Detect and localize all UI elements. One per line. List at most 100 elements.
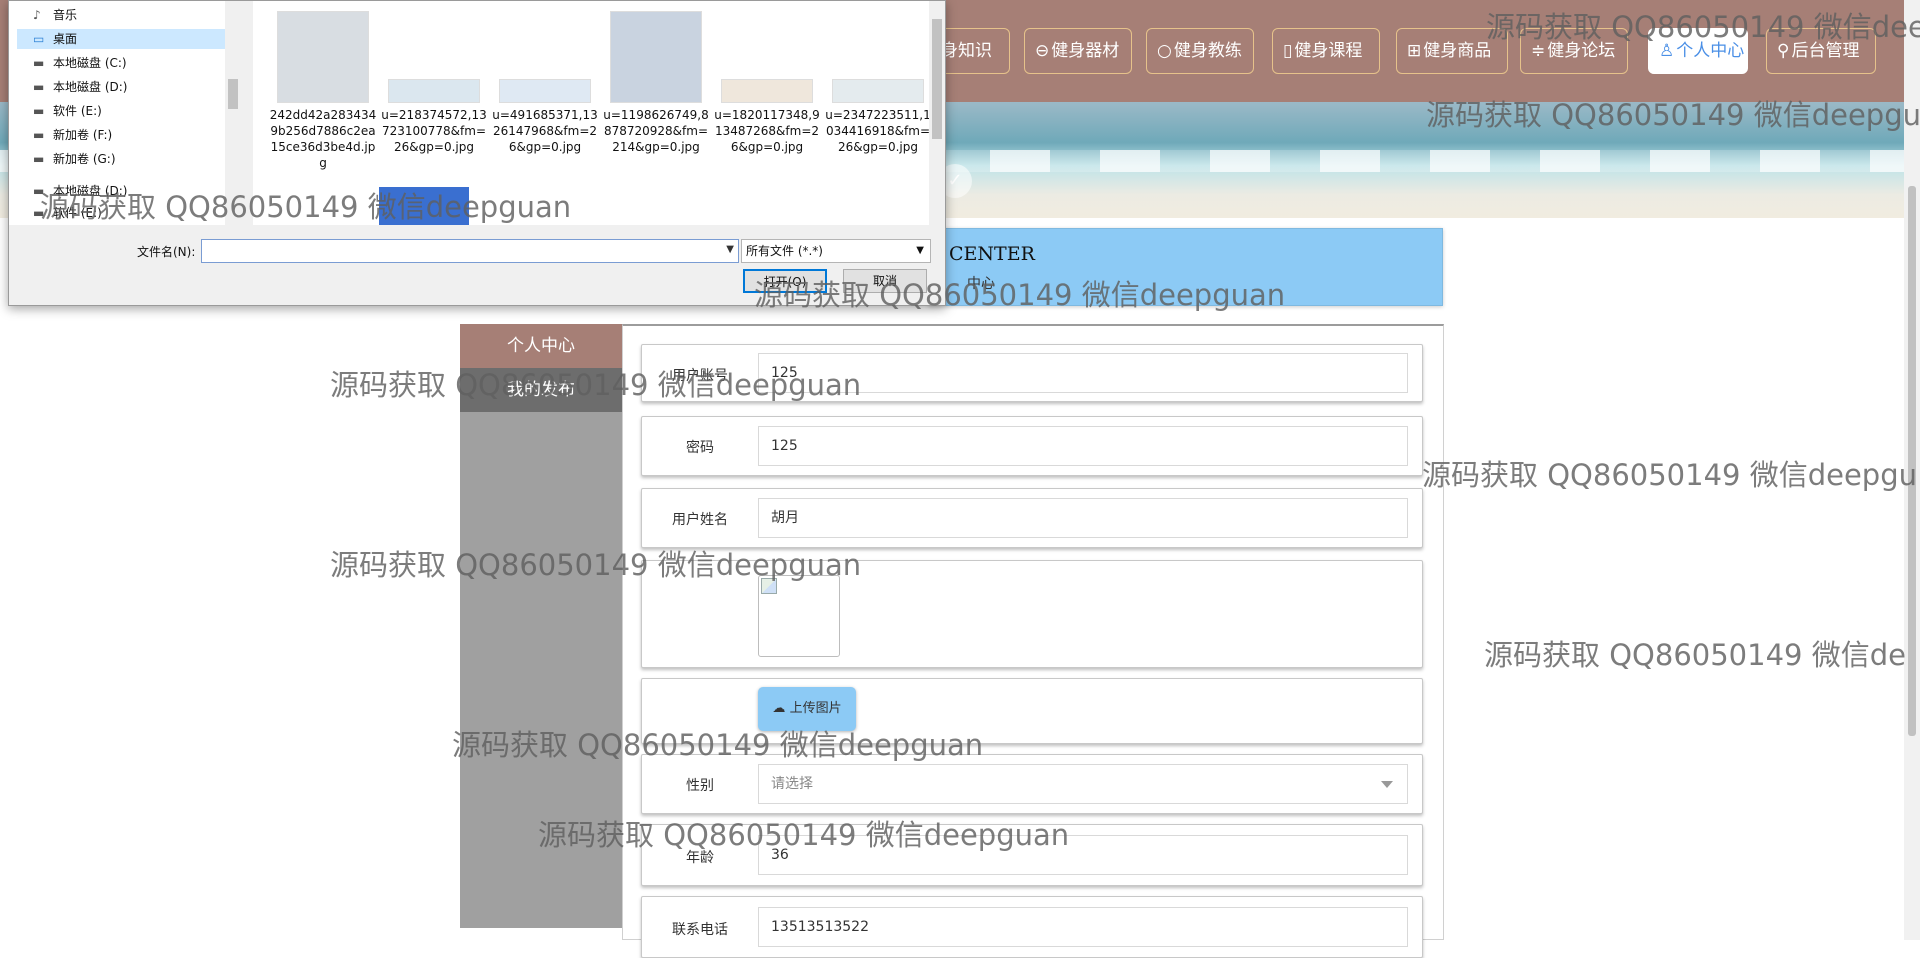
nav-label: 健身教练: [1173, 41, 1242, 61]
form-row-name: 用户姓名 胡月: [641, 488, 1423, 548]
gender-select[interactable]: 请选择: [758, 764, 1408, 804]
filetype-select[interactable]: 所有文件 (*.*) ▼: [741, 239, 931, 263]
folder-tree: ♪ 音乐 ▭ 桌面 ▬ 本地磁盘 (C:) ▬ 本地磁盘 (D:) ▬ 软件 (E:) ▬…: [9, 1, 241, 225]
phone-input[interactable]: 13513513522: [758, 907, 1408, 947]
partial-file-thumbnail[interactable]: [379, 187, 469, 225]
tree-scroll-thumb[interactable]: [228, 79, 238, 109]
nav-item-admin[interactable]: ⚲ 后台管理: [1766, 28, 1876, 74]
file-thumbnail: [610, 11, 702, 103]
form-row-account: 用户账号 125: [641, 344, 1423, 402]
file-name: u=2347223511,1034416918&fm=26&gp=0.jpg: [825, 108, 931, 154]
nav-label: 健身课程: [1294, 41, 1363, 61]
file-item[interactable]: u=218374572,13723100778&fm=26&gp=0.jpg: [379, 11, 489, 155]
tree-scrollbar[interactable]: [225, 1, 241, 225]
form-row-age: 年龄 36: [641, 824, 1423, 886]
tree-label: 软件 (E:): [53, 206, 102, 220]
tree-item-desktop[interactable]: ▭ 桌面: [17, 29, 227, 49]
tree-item-music[interactable]: ♪ 音乐: [33, 5, 77, 25]
drive-icon: ▬: [33, 128, 45, 142]
music-icon: ♪: [33, 8, 41, 22]
nav-item-coach[interactable]: ○ 健身教练: [1146, 28, 1254, 74]
file-name: 242dd42a2834349b256d7886c2ea15ce36d3be4d…: [269, 108, 377, 170]
user-icon: ♙: [1659, 41, 1675, 61]
form-row-avatar: [641, 560, 1423, 668]
age-input[interactable]: 36: [758, 835, 1408, 875]
form-row-password: 密码 125: [641, 416, 1423, 476]
drive-icon: ▬: [33, 56, 45, 70]
tree-item-drive-c[interactable]: ▬ 本地磁盘 (C:): [33, 53, 127, 73]
account-input[interactable]: 125: [758, 353, 1408, 393]
tree-label: 软件 (E:): [53, 104, 102, 118]
tree-item-drive-g[interactable]: ▬ 新加卷 (G:): [33, 149, 116, 169]
nav-item-product[interactable]: ⊞ 健身商品: [1396, 28, 1508, 74]
drive-icon: ▬: [33, 206, 45, 220]
drive-icon: ▬: [33, 184, 45, 198]
nav-label: 个人中心: [1676, 41, 1745, 61]
file-item[interactable]: 242dd42a2834349b256d7886c2ea15ce36d3be4d…: [268, 11, 378, 171]
link-icon: ⚲: [1777, 41, 1790, 61]
cancel-button[interactable]: 取消: [843, 269, 927, 293]
page-title-cn: 中心: [967, 276, 995, 292]
tree-label: 桌面: [53, 32, 78, 46]
file-thumbnail: [277, 11, 369, 103]
password-input[interactable]: 125: [758, 426, 1408, 466]
gender-placeholder: 请选择: [771, 776, 813, 792]
filename-input[interactable]: ▼: [201, 239, 739, 263]
name-input[interactable]: 胡月: [758, 498, 1408, 538]
page-title-box: CENTER 中心: [928, 228, 1443, 306]
nav-item-forum[interactable]: ≑ 健身论坛: [1520, 28, 1628, 74]
file-item[interactable]: u=2347223511,1034416918&fm=26&gp=0.jpg: [823, 11, 933, 155]
tree-item-network-e[interactable]: ▬ 软件 (E:): [33, 203, 102, 223]
file-item[interactable]: u=1198626749,8878720928&fm=214&gp=0.jpg: [601, 11, 711, 155]
file-name: u=491685371,1326147968&fm=26&gp=0.jpg: [492, 108, 598, 154]
tree-item-drive-d[interactable]: ▬ 本地磁盘 (D:): [33, 77, 127, 97]
tree-item-network-d[interactable]: ▬ 本地磁盘 (D:): [33, 181, 127, 201]
age-label: 年龄: [686, 850, 714, 866]
file-item[interactable]: u=1820117348,913487268&fm=26&gp=0.jpg: [712, 11, 822, 155]
tree-item-drive-e[interactable]: ▬ 软件 (E:): [33, 101, 102, 121]
file-name: u=218374572,13723100778&fm=26&gp=0.jpg: [381, 108, 487, 154]
side-item-my-posts[interactable]: 我的发布: [460, 368, 622, 412]
file-name: u=1198626749,8878720928&fm=214&gp=0.jpg: [603, 108, 709, 154]
chevron-down-icon[interactable]: ▼: [726, 244, 734, 255]
nav-item-personal-center[interactable]: ♙ 个人中心: [1648, 28, 1748, 74]
account-label: 用户账号: [672, 368, 728, 384]
file-thumbnail: [499, 79, 591, 103]
page-title-en: CENTER: [949, 243, 1035, 265]
file-item[interactable]: u=491685371,1326147968&fm=26&gp=0.jpg: [490, 11, 600, 155]
watermark: 源码获取 QQ86050149 微信deepgu: [1422, 458, 1917, 492]
file-scrollbar[interactable]: [929, 1, 945, 225]
filetype-value: 所有文件 (*.*): [746, 244, 823, 258]
chevron-down-icon: [1381, 781, 1393, 788]
file-scroll-thumb[interactable]: [932, 19, 942, 139]
gender-label: 性别: [686, 778, 714, 794]
nav-label: 健身器材: [1051, 41, 1120, 61]
tree-item-drive-f[interactable]: ▬ 新加卷 (F:): [33, 125, 112, 145]
page-scrollbar[interactable]: [1904, 0, 1920, 940]
tree-label: 新加卷 (F:): [53, 128, 113, 142]
course-icon: ▯: [1283, 41, 1293, 61]
nav-item-course[interactable]: ▯ 健身课程: [1272, 28, 1380, 74]
nav-label: 后台管理: [1791, 41, 1860, 61]
page-scroll-thumb[interactable]: [1908, 186, 1916, 736]
drive-icon: ▬: [33, 80, 45, 94]
tree-label: 音乐: [53, 8, 78, 22]
file-thumbnail: [832, 79, 924, 103]
side-item-personal-center[interactable]: 个人中心: [460, 324, 622, 368]
profile-form: 用户账号 125 密码 125 用户姓名 胡月 ☁ 上传图片 性别 请选择 年龄…: [622, 324, 1444, 958]
file-thumbnail: [721, 79, 813, 103]
nav-item-equipment[interactable]: ⊖ 健身器材: [1024, 28, 1132, 74]
open-button[interactable]: 打开(O): [743, 269, 827, 293]
file-thumbnail: [388, 79, 480, 103]
cloud-upload-icon: ☁: [772, 701, 786, 716]
forum-icon: ≑: [1531, 41, 1546, 61]
avatar-preview[interactable]: [758, 575, 840, 657]
side-menu: 个人中心 我的发布: [460, 324, 622, 928]
file-list: 242dd42a2834349b256d7886c2ea15ce36d3be4d…: [253, 1, 933, 225]
name-label: 用户姓名: [672, 512, 728, 528]
watermark: 源码获取 QQ86050149 微信de: [1484, 638, 1906, 672]
upload-image-button[interactable]: ☁ 上传图片: [758, 687, 856, 731]
tree-label: 本地磁盘 (D:): [53, 80, 128, 94]
file-name: u=1820117348,913487268&fm=26&gp=0.jpg: [714, 108, 820, 154]
nav-label: 健身论坛: [1547, 41, 1616, 61]
